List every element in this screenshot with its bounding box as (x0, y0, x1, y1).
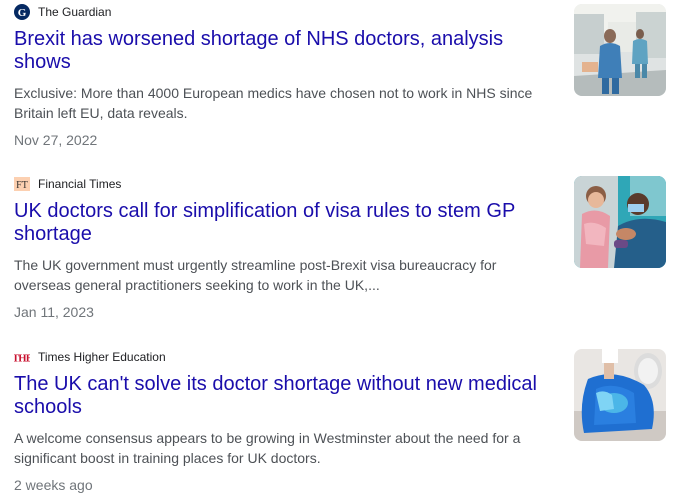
news-snippet: The UK government must urgently streamli… (14, 257, 497, 293)
doctor-child-thumbnail[interactable] (574, 176, 666, 268)
svg-text:G: G (18, 7, 27, 19)
news-date: Nov 27, 2022 (14, 132, 98, 148)
hospital-corridor-thumbnail[interactable] (574, 4, 666, 96)
news-date: Jan 11, 2023 (14, 304, 94, 320)
source-name: The Guardian (38, 5, 112, 19)
source-name: Financial Times (38, 177, 122, 191)
svg-text:FT: FT (16, 180, 28, 191)
news-results-list: G The Guardian Brexit has worsened short… (0, 0, 679, 503)
news-headline-link[interactable]: UK doctors call for simplification of vi… (14, 200, 554, 246)
news-headline-link[interactable]: Brexit has worsened shortage of NHS doct… (14, 28, 554, 74)
source-name: Times Higher Education (38, 350, 166, 364)
news-snippet: A welcome consensus appears to be growin… (14, 430, 521, 466)
the-logo-icon: THE (14, 349, 30, 365)
news-date: 2 weeks ago (14, 477, 93, 493)
news-source: FT Financial Times (14, 176, 121, 192)
news-headline-link[interactable]: The UK can't solve its doctor shortage w… (14, 373, 554, 419)
news-source: THE Times Higher Education (14, 349, 166, 365)
cpr-training-thumbnail[interactable] (574, 349, 666, 441)
news-snippet: Exclusive: More than 4000 European medic… (14, 85, 533, 121)
svg-text:THE: THE (14, 353, 30, 364)
ft-logo-icon: FT (14, 176, 30, 192)
news-source: G The Guardian (14, 4, 111, 20)
guardian-logo-icon: G (14, 4, 30, 20)
